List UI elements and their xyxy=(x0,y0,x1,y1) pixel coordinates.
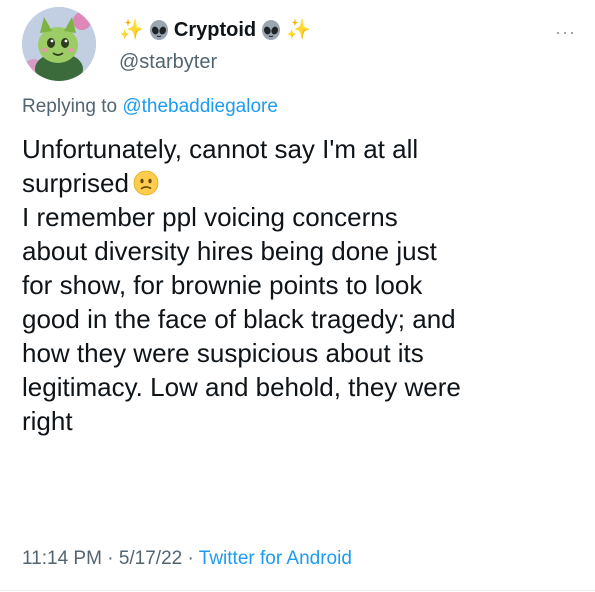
reply-prefix: Replying to xyxy=(22,96,118,117)
confused-face-emoji-icon xyxy=(133,170,159,196)
tweet-text: Unfortunately, cannot say I'm at all sur… xyxy=(22,132,582,438)
tweet-date[interactable]: 5/17/22 xyxy=(119,548,182,569)
separator-dot: · xyxy=(187,548,194,569)
tweet-line: right xyxy=(22,406,73,436)
author-name-row[interactable]: ✨ Cryptoid ✨ xyxy=(119,15,311,45)
tweet-line: I remember ppl voicing concerns xyxy=(22,202,398,232)
tweet-line: legitimacy. Low and behold, they were xyxy=(22,372,461,402)
tweet-line: how they were suspicious about its xyxy=(22,338,424,368)
avatar[interactable] xyxy=(22,7,96,81)
divider xyxy=(0,590,595,591)
author-handle[interactable]: @starbyter xyxy=(119,51,217,74)
tweet-metadata: 11:14 PM · 5/17/22 · Twitter for Android xyxy=(22,548,352,570)
tweet-line: for show, for brownie points to look xyxy=(22,270,423,300)
avatar-image xyxy=(22,7,96,81)
tweet-header: ✨ Cryptoid ✨ @starbyter ··· xyxy=(22,7,582,83)
more-options-icon[interactable]: ··· xyxy=(555,23,576,41)
sparkle-icon: ✨ xyxy=(286,19,312,41)
tweet-line: good in the face of black tragedy; and xyxy=(22,304,456,334)
reply-mention-link[interactable]: @thebaddiegalore xyxy=(122,96,278,117)
tweet-line: about diversity hires being done just xyxy=(22,236,437,266)
tweet-source-link[interactable]: Twitter for Android xyxy=(199,548,352,569)
tweet-line-text: surprised xyxy=(22,168,129,198)
reply-context: Replying to @thebaddiegalore xyxy=(22,96,278,118)
tweet-line: Unfortunately, cannot say I'm at all xyxy=(22,134,419,164)
separator-dot: · xyxy=(107,548,114,569)
alien-icon xyxy=(260,19,282,41)
alien-icon xyxy=(148,19,170,41)
tweet-line: surprised xyxy=(22,166,582,200)
tweet-time[interactable]: 11:14 PM xyxy=(22,548,102,569)
sparkle-icon: ✨ xyxy=(119,19,144,41)
author-display-name: Cryptoid xyxy=(173,18,257,41)
